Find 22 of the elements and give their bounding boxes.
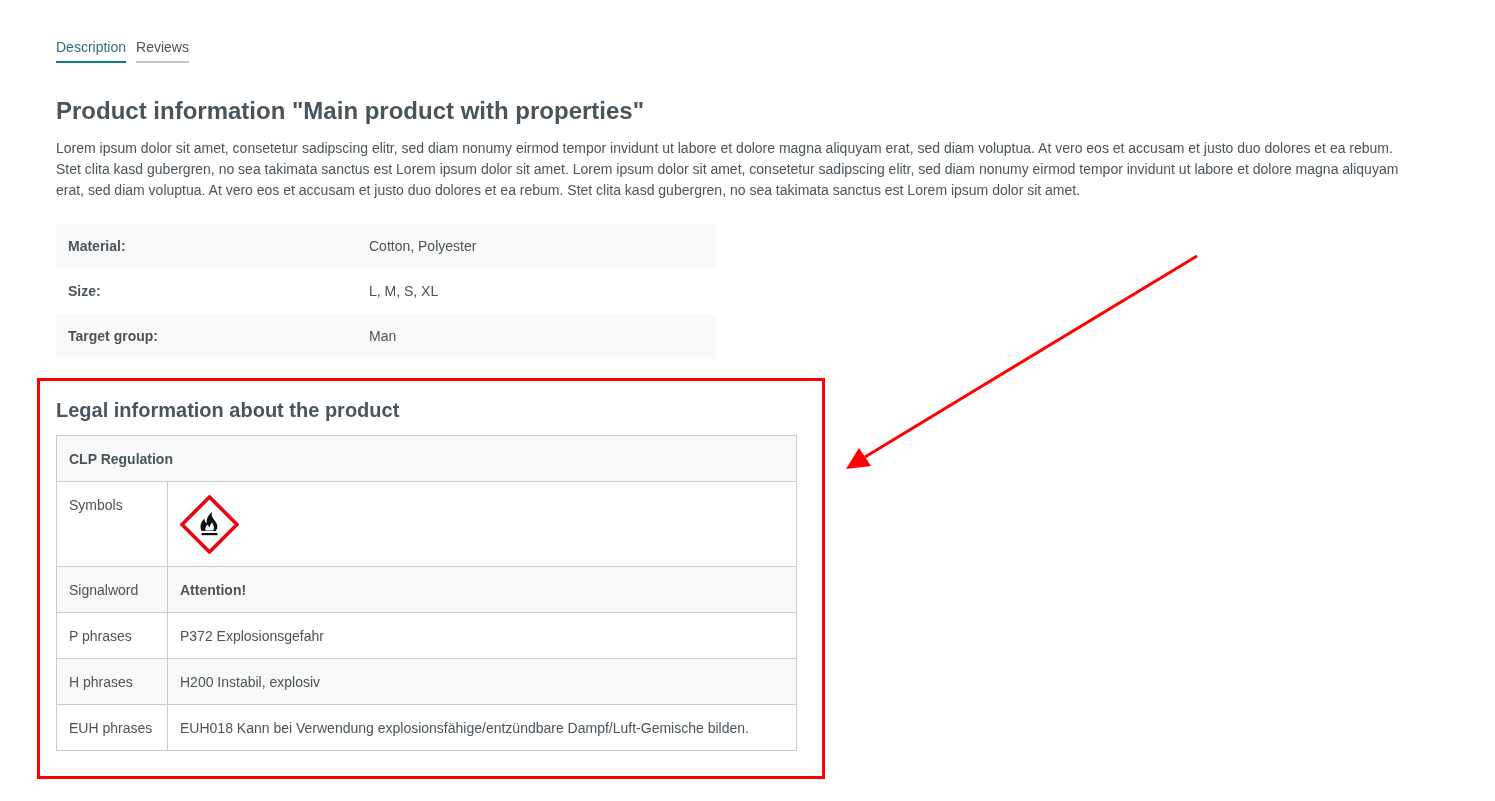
table-cell: H phrases <box>56 658 168 705</box>
flame-hazard-icon <box>180 495 239 554</box>
table-header: CLP Regulation <box>56 435 797 482</box>
section-title: Legal information about the product <box>56 398 401 422</box>
section-title: Product information "Main product with properties" <box>56 96 646 125</box>
table-cell: Signalword <box>56 566 168 613</box>
property-value: Cotton, Polyester <box>357 224 716 269</box>
table-cell: H200 Instabil, explosiv <box>167 658 797 705</box>
table-cell: EUH phrases <box>56 704 168 751</box>
property-value: Man <box>357 314 716 359</box>
table-cell: P372 Explosionsgefahr <box>167 612 797 659</box>
table-cell: Attention! <box>167 566 797 613</box>
property-label: Target group: <box>56 314 357 359</box>
property-label: Material: <box>56 224 357 269</box>
table-cell: P phrases <box>56 612 168 659</box>
table-cell: EUH018 Kann bei Verwendung explosionsfähige/entzündbare Dampf/Luft-Gemische bilden. <box>167 704 797 751</box>
property-value: L, M, S, XL <box>357 269 716 314</box>
tab[interactable]: Description <box>56 37 127 63</box>
description-text: Lorem ipsum dolor sit amet, consetetur sadipscing elitr, sed diam nonumy eirmod tempor invidunt ut labore et dolore magna aliquyam erat, sed diam voluptua. At vero eos et accusam et justo duo dolores et ea rebum. Stet clita kasd gubergren, no sea takimata sanctus est Lorem ipsum dolor sit amet. Lorem ipsum dolor sit amet, consetetur sadipscing elitr, sed diam nonumy eirmod tempor invidunt ut labore et dolore magna aliquyam erat, sed diam voluptua. At vero eos et accusam et justo duo dolores et ea rebum. Stet clita kasd gubergren, no sea takimata sanctus est Lorem ipsum dolor sit amet. <box>56 139 1400 200</box>
property-label: Size: <box>56 269 357 314</box>
table-cell: Symbols <box>56 481 168 567</box>
tab[interactable]: Reviews <box>136 37 189 63</box>
